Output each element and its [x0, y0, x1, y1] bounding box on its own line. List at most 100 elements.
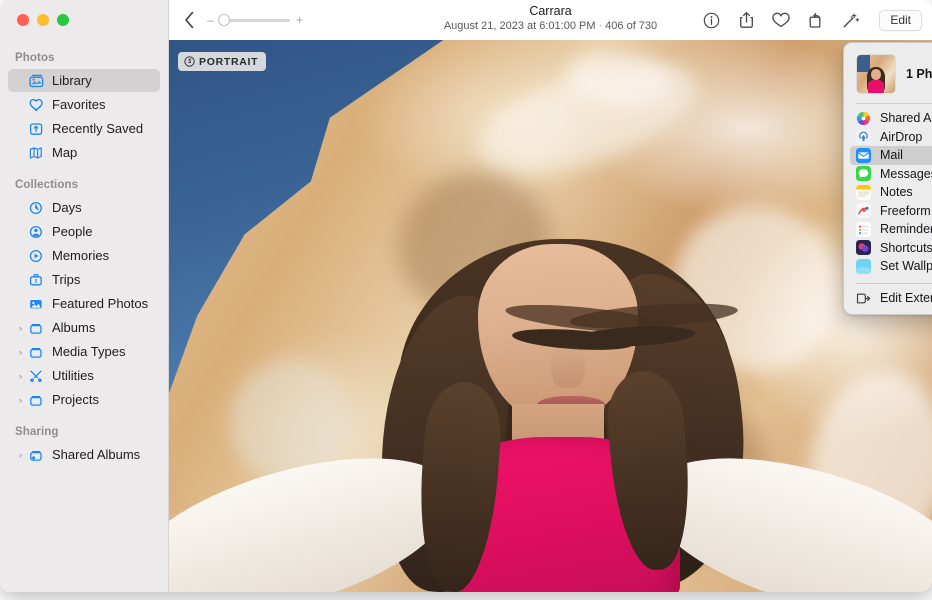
- favorite-button[interactable]: [769, 8, 793, 32]
- toolbar: – + Carrara August 21, 2023 at 6:01:00 P…: [169, 0, 932, 40]
- share-item-label: Messages: [880, 167, 932, 181]
- featured-photos-icon: [27, 296, 47, 312]
- sidebar-item-albums[interactable]: › Albums: [8, 316, 160, 339]
- heart-icon: [772, 12, 790, 28]
- sidebar-item-shared-albums[interactable]: › Shared Albums: [8, 443, 160, 466]
- sidebar-item-label: People: [52, 224, 92, 239]
- share-item-mail[interactable]: Mail: [850, 146, 932, 165]
- freeform-app-icon: [856, 203, 871, 218]
- rotate-icon: [808, 12, 825, 29]
- shortcuts-app-icon: [856, 240, 871, 255]
- sidebar-scroll-area[interactable]: Photos › Library › Favorites ›: [0, 0, 168, 466]
- sidebar-item-days[interactable]: › Days: [8, 196, 160, 219]
- edit-button[interactable]: Edit: [879, 10, 922, 31]
- notes-app-icon: [856, 185, 871, 200]
- share-item-label: Shortcuts: [880, 241, 932, 255]
- clock-icon: [27, 200, 47, 216]
- share-item-label: Set Wallpaper: [880, 259, 932, 273]
- share-item-label: Mail: [880, 148, 903, 162]
- extensions-icon: [856, 291, 871, 306]
- window-traffic-lights: [17, 14, 69, 26]
- sidebar-item-label: Shared Albums: [52, 447, 140, 462]
- share-item-label: Shared Albums: [880, 111, 932, 125]
- sidebar-group-photos-title: Photos: [0, 44, 168, 68]
- sidebar-item-label: Projects: [52, 392, 99, 407]
- disclosure-triangle-icon[interactable]: ›: [14, 323, 27, 333]
- share-item-set-wallpaper[interactable]: Set Wallpaper: [850, 257, 932, 276]
- thumbnail-top: [868, 80, 883, 93]
- minimize-window-button[interactable]: [37, 14, 49, 26]
- rotate-button[interactable]: [804, 8, 828, 32]
- sidebar: Photos › Library › Favorites ›: [0, 0, 169, 592]
- sidebar-item-projects[interactable]: › Projects: [8, 388, 160, 411]
- suitcase-icon: [27, 272, 47, 288]
- photo-subject: [169, 40, 932, 592]
- sidebar-item-featured-photos[interactable]: › Featured Photos: [8, 292, 160, 315]
- airdrop-icon: [856, 129, 871, 144]
- status-badge[interactable]: PORTRAIT: [178, 52, 266, 71]
- back-button[interactable]: [178, 7, 200, 33]
- zoom-slider-track[interactable]: [220, 19, 290, 22]
- share-item-label: AirDrop: [880, 130, 922, 144]
- share-item-freeform[interactable]: Freeform: [850, 202, 932, 221]
- share-destination-list: Shared Albums AirDrop Mail: [844, 104, 932, 278]
- selected-photo-thumbnail: [857, 55, 895, 93]
- share-item-label: Reminders: [880, 222, 932, 236]
- share-item-messages[interactable]: Messages: [850, 165, 932, 184]
- sidebar-item-people[interactable]: › People: [8, 220, 160, 243]
- zoom-in-label[interactable]: +: [295, 13, 304, 27]
- disclosure-triangle-icon[interactable]: ›: [14, 347, 27, 357]
- share-icon: [738, 11, 755, 29]
- sidebar-item-utilities[interactable]: › Utilities: [8, 364, 160, 387]
- share-item-notes[interactable]: Notes: [850, 183, 932, 202]
- wallpaper-icon: [856, 259, 871, 274]
- memories-icon: [27, 248, 47, 264]
- sidebar-item-label: Featured Photos: [52, 296, 148, 311]
- zoom-slider-knob[interactable]: [218, 14, 230, 26]
- shared-album-icon: [27, 447, 47, 463]
- maximize-window-button[interactable]: [57, 14, 69, 26]
- photo-index: 406 of 730: [605, 20, 657, 32]
- photo-viewer[interactable]: PORTRAIT 1 Photo Selected: [169, 40, 932, 592]
- disclosure-triangle-icon[interactable]: ›: [14, 450, 27, 460]
- sidebar-item-favorites[interactable]: › Favorites: [8, 93, 160, 116]
- album-icon: [27, 320, 47, 336]
- popover-title: 1 Photo Selected: [906, 67, 932, 81]
- share-button[interactable]: [734, 8, 758, 32]
- share-item-label: Notes: [880, 185, 913, 199]
- share-item-airdrop[interactable]: AirDrop: [850, 128, 932, 147]
- info-button[interactable]: [699, 8, 723, 32]
- zoom-slider[interactable]: – +: [206, 13, 304, 27]
- disclosure-triangle-icon[interactable]: ›: [14, 395, 27, 405]
- sidebar-item-recently-saved[interactable]: › Recently Saved: [8, 117, 160, 140]
- sidebar-group-collections-title: Collections: [0, 165, 168, 195]
- content-area: – + Carrara August 21, 2023 at 6:01:00 P…: [169, 0, 932, 592]
- recently-saved-icon: [27, 121, 47, 137]
- sidebar-item-map[interactable]: › Map: [8, 141, 160, 164]
- sidebar-item-label: Memories: [52, 248, 109, 263]
- disclosure-triangle-icon[interactable]: ›: [14, 371, 27, 381]
- share-item-shortcuts[interactable]: Shortcuts: [850, 239, 932, 258]
- share-item-shared-albums[interactable]: Shared Albums: [850, 109, 932, 128]
- sidebar-item-memories[interactable]: › Memories: [8, 244, 160, 267]
- photo-image: [169, 40, 932, 592]
- sidebar-item-label: Trips: [52, 272, 80, 287]
- sidebar-item-label: Albums: [52, 320, 95, 335]
- sidebar-item-trips[interactable]: › Trips: [8, 268, 160, 291]
- person-icon: [27, 224, 47, 240]
- share-item-edit-extensions[interactable]: Edit Extensions…: [850, 289, 932, 308]
- heart-icon: [27, 97, 47, 113]
- photo-date: August 21, 2023 at 6:01:00 PM: [444, 20, 596, 32]
- sidebar-item-library[interactable]: › Library: [8, 69, 160, 92]
- share-item-reminders[interactable]: Reminders: [850, 220, 932, 239]
- map-icon: [27, 145, 47, 161]
- close-window-button[interactable]: [17, 14, 29, 26]
- toolbar-actions: Edit: [699, 0, 922, 40]
- sidebar-item-label: Days: [52, 200, 82, 215]
- badge-label: PORTRAIT: [199, 56, 258, 68]
- chevron-left-icon: [184, 11, 195, 29]
- utilities-icon: [27, 368, 47, 384]
- zoom-out-label[interactable]: –: [206, 13, 215, 27]
- enhance-button[interactable]: [839, 8, 863, 32]
- sidebar-item-media-types[interactable]: › Media Types: [8, 340, 160, 363]
